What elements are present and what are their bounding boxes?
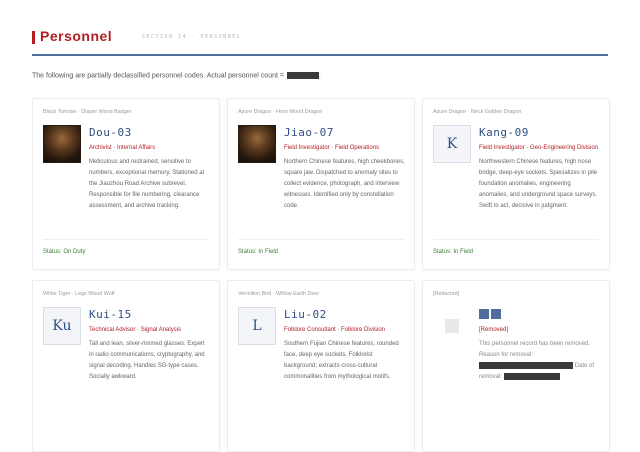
page-header: Personnel SECTION 14 · PERSONNEL bbox=[32, 28, 608, 56]
intro-period: . bbox=[318, 72, 321, 80]
placeholder-square bbox=[445, 319, 459, 333]
personnel-card-kui[interactable]: White Tiger · Legs Wood Wolf Ku Kui-15 T… bbox=[32, 280, 220, 452]
removed-label: [Removed] bbox=[479, 327, 509, 333]
redaction-block bbox=[491, 309, 501, 319]
status-badge: Status: In Field bbox=[433, 249, 474, 255]
personnel-description: Southern Fujian Chinese features, rounde… bbox=[284, 341, 399, 380]
status-badge: Status: On Duty bbox=[43, 249, 86, 255]
page-subtitle: SECTION 14 · PERSONNEL bbox=[142, 34, 242, 40]
personnel-card-jiao[interactable]: Azure Dragon · Horn Wood Dragon Jiao-07 … bbox=[227, 98, 415, 270]
avatar: L bbox=[238, 307, 276, 345]
card-aliases: [Redacted] bbox=[433, 291, 460, 297]
page-title: Personnel bbox=[40, 28, 113, 44]
personnel-description: Tall and lean, silver-rimmed glasses. Ex… bbox=[89, 341, 205, 380]
personnel-photo bbox=[43, 125, 81, 163]
redacted-code bbox=[479, 309, 501, 319]
card-aliases: Azure Dragon · Neck Golden Dragon bbox=[433, 109, 522, 115]
personnel-description: Northern Chinese features, high cheekbon… bbox=[284, 159, 405, 209]
personnel-photo bbox=[238, 125, 276, 163]
personnel-role: Archivist · Internal Affairs bbox=[89, 145, 156, 151]
personnel-code[interactable]: Jiao-07 bbox=[284, 126, 334, 139]
personnel-card-liu[interactable]: Vermilion Bird · Willow Earth Deer L Liu… bbox=[227, 280, 415, 452]
avatar: K bbox=[433, 125, 471, 163]
redacted-date bbox=[503, 372, 560, 380]
accent-bar bbox=[32, 31, 35, 44]
personnel-code[interactable]: Kui-15 bbox=[89, 308, 132, 321]
avatar-placeholder bbox=[433, 307, 471, 345]
card-divider bbox=[43, 239, 209, 240]
personnel-code[interactable]: Liu-02 bbox=[284, 308, 327, 321]
card-aliases: Black Tortoise · Diaper Wood Badger bbox=[43, 109, 132, 115]
status-badge: Status: In Field bbox=[238, 249, 279, 255]
avatar: Ku bbox=[43, 307, 81, 345]
personnel-card-kang[interactable]: Azure Dragon · Neck Golden Dragon K Kang… bbox=[422, 98, 610, 270]
redacted-count bbox=[286, 72, 319, 79]
personnel-description: Meticulous and restrained, sensitive to … bbox=[89, 159, 205, 209]
card-divider bbox=[433, 239, 599, 240]
card-aliases: White Tiger · Legs Wood Wolf bbox=[43, 291, 115, 297]
removed-description: This personnel record has been removed. … bbox=[479, 339, 603, 383]
redaction-block bbox=[479, 309, 489, 319]
card-aliases: Azure Dragon · Horn Wood Dragon bbox=[238, 109, 323, 115]
removed-text: This personnel record has been removed. … bbox=[479, 341, 591, 358]
personnel-role: Technical Advisor · Signal Analysis bbox=[89, 327, 182, 333]
personnel-code[interactable]: Dou-03 bbox=[89, 126, 132, 139]
intro-text: The following are partially declassified… bbox=[32, 72, 284, 80]
personnel-role: Field Investigator · Geo-Engineering Div… bbox=[479, 145, 599, 151]
intro-paragraph: The following are partially declassified… bbox=[32, 72, 321, 79]
redacted-reason bbox=[479, 361, 573, 369]
personnel-description: Northwestern Chinese features, high nose… bbox=[479, 159, 598, 209]
personnel-code[interactable]: Kang-09 bbox=[479, 126, 529, 139]
personnel-role: Folklore Consultant · Folklore Division bbox=[284, 327, 386, 333]
card-aliases: Vermilion Bird · Willow Earth Deer bbox=[238, 291, 320, 297]
personnel-card-redacted[interactable]: [Redacted] [Removed] This personnel reco… bbox=[422, 280, 610, 452]
card-divider bbox=[238, 239, 404, 240]
personnel-card-dou[interactable]: Black Tortoise · Diaper Wood Badger Dou-… bbox=[32, 98, 220, 270]
personnel-role: Field Investigator · Field Operations bbox=[284, 145, 380, 151]
